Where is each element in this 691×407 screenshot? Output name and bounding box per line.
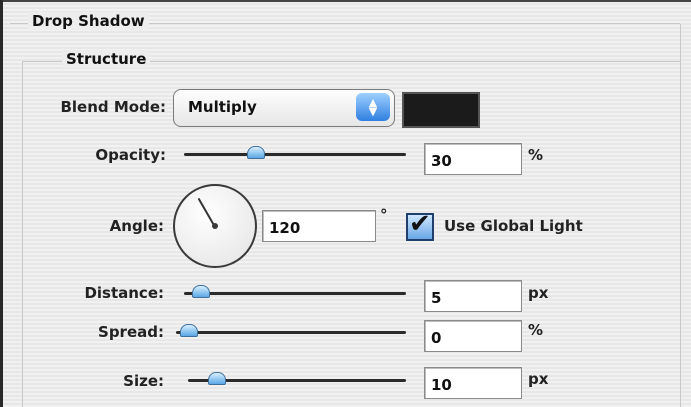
- blend-mode-select[interactable]: Multiply ▲ ▼: [173, 89, 395, 127]
- group-title: Structure: [62, 50, 151, 68]
- spread-label: Spread:: [98, 323, 164, 341]
- size-slider-thumb[interactable]: [207, 372, 226, 385]
- opacity-unit: %: [528, 146, 544, 164]
- size-label: Size:: [123, 372, 164, 390]
- group-border-left: [22, 61, 23, 407]
- distance-input[interactable]: [425, 281, 521, 311]
- opacity-slider-track[interactable]: [184, 153, 406, 156]
- section-title: Drop Shadow: [28, 12, 149, 30]
- use-global-light-label: Use Global Light: [444, 217, 583, 235]
- spread-input[interactable]: [425, 321, 521, 351]
- size-unit: px: [528, 370, 549, 388]
- drop-shadow-panel: Drop Shadow Structure Blend Mode: Multip…: [0, 0, 691, 407]
- opacity-slider-thumb[interactable]: [247, 146, 266, 159]
- angle-label: Angle:: [109, 217, 164, 235]
- opacity-input[interactable]: [425, 144, 521, 174]
- blend-mode-value: Multiply: [188, 98, 257, 116]
- blend-mode-label: Blend Mode:: [60, 98, 166, 116]
- angle-input[interactable]: [263, 211, 375, 241]
- panel-top-border: [0, 0, 691, 2]
- angle-field[interactable]: [262, 210, 376, 242]
- group-border-right: [680, 24, 681, 407]
- shadow-color-swatch[interactable]: [402, 92, 480, 128]
- spread-field[interactable]: [424, 320, 522, 352]
- angle-degree-unit: °: [380, 206, 388, 224]
- distance-unit: px: [528, 284, 549, 302]
- spread-slider-track[interactable]: [176, 331, 406, 334]
- distance-slider-thumb[interactable]: [191, 285, 210, 298]
- opacity-label: Opacity:: [95, 146, 166, 164]
- use-global-light-checkbox[interactable]: ✔: [406, 209, 434, 241]
- distance-field[interactable]: [424, 280, 522, 312]
- checkmark-icon: ✔: [409, 209, 431, 239]
- select-arrows-icon: ▲ ▼: [356, 93, 390, 121]
- spread-slider-thumb[interactable]: [180, 324, 198, 337]
- size-field[interactable]: [424, 367, 522, 399]
- size-input[interactable]: [425, 368, 521, 398]
- angle-dial-hub: [212, 223, 218, 229]
- spread-unit: %: [528, 321, 544, 339]
- opacity-field[interactable]: [424, 143, 522, 175]
- panel-left-border: [0, 0, 3, 407]
- angle-dial[interactable]: [173, 184, 257, 268]
- distance-label: Distance:: [84, 284, 164, 302]
- distance-slider-track[interactable]: [184, 292, 406, 295]
